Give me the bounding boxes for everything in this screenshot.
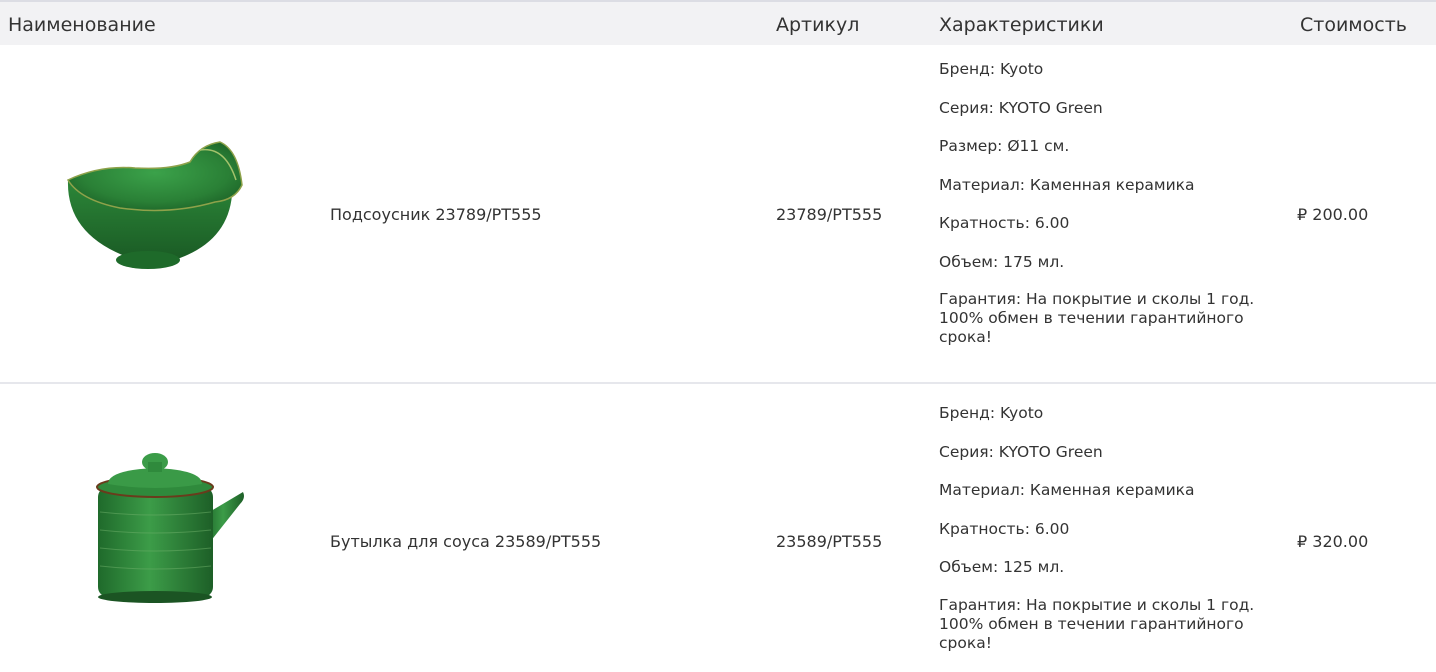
char-volume: Объем175 мл. bbox=[939, 253, 1259, 272]
char-series: СерияKYOTO Green bbox=[939, 99, 1259, 118]
table-header: Наименование Артикул Характеристики Стои… bbox=[0, 0, 1436, 45]
products-table: Наименование Артикул Характеристики Стои… bbox=[0, 0, 1436, 667]
green-sauce-bowl-image[interactable] bbox=[60, 140, 250, 275]
char-material: МатериалКаменная керамика bbox=[939, 481, 1259, 500]
table-row: Бутылка для соуса 23589/PT555 23589/PT55… bbox=[0, 384, 1436, 667]
char-warranty: ГарантияНа покрытие и сколы 1 год. 100% … bbox=[939, 596, 1259, 653]
char-material: МатериалКаменная керамика bbox=[939, 176, 1259, 195]
column-header-price[interactable]: Стоимость bbox=[1300, 14, 1407, 36]
column-header-characteristics[interactable]: Характеристики bbox=[939, 14, 1104, 36]
product-name[interactable]: Бутылка для соуса 23589/PT555 bbox=[330, 532, 601, 551]
char-multiplicity: Кратность6.00 bbox=[939, 214, 1259, 233]
char-volume: Объем125 мл. bbox=[939, 558, 1259, 577]
column-header-sku[interactable]: Артикул bbox=[776, 14, 859, 36]
char-brand: БрендKyoto bbox=[939, 404, 1259, 423]
product-sku: 23589/PT555 bbox=[776, 532, 883, 551]
char-brand: БрендKyoto bbox=[939, 60, 1259, 79]
product-characteristics: БрендKyoto СерияKYOTO Green РазмерØ11 см… bbox=[939, 60, 1259, 367]
product-name[interactable]: Подсоусник 23789/PT555 bbox=[330, 205, 542, 224]
product-price: ₽ 200.00 bbox=[1297, 205, 1369, 224]
product-price: ₽ 320.00 bbox=[1297, 532, 1369, 551]
product-sku: 23789/PT555 bbox=[776, 205, 883, 224]
column-header-name[interactable]: Наименование bbox=[8, 14, 156, 36]
green-sauce-bottle-image[interactable] bbox=[88, 452, 248, 607]
char-multiplicity: Кратность6.00 bbox=[939, 520, 1259, 539]
product-characteristics: БрендKyoto СерияKYOTO Green МатериалКаме… bbox=[939, 404, 1259, 672]
table-row: Подсоусник 23789/PT555 23789/PT555 Бренд… bbox=[0, 45, 1436, 384]
char-warranty: ГарантияНа покрытие и сколы 1 год. 100% … bbox=[939, 290, 1259, 347]
char-size: РазмерØ11 см. bbox=[939, 137, 1259, 156]
char-series: СерияKYOTO Green bbox=[939, 443, 1259, 462]
